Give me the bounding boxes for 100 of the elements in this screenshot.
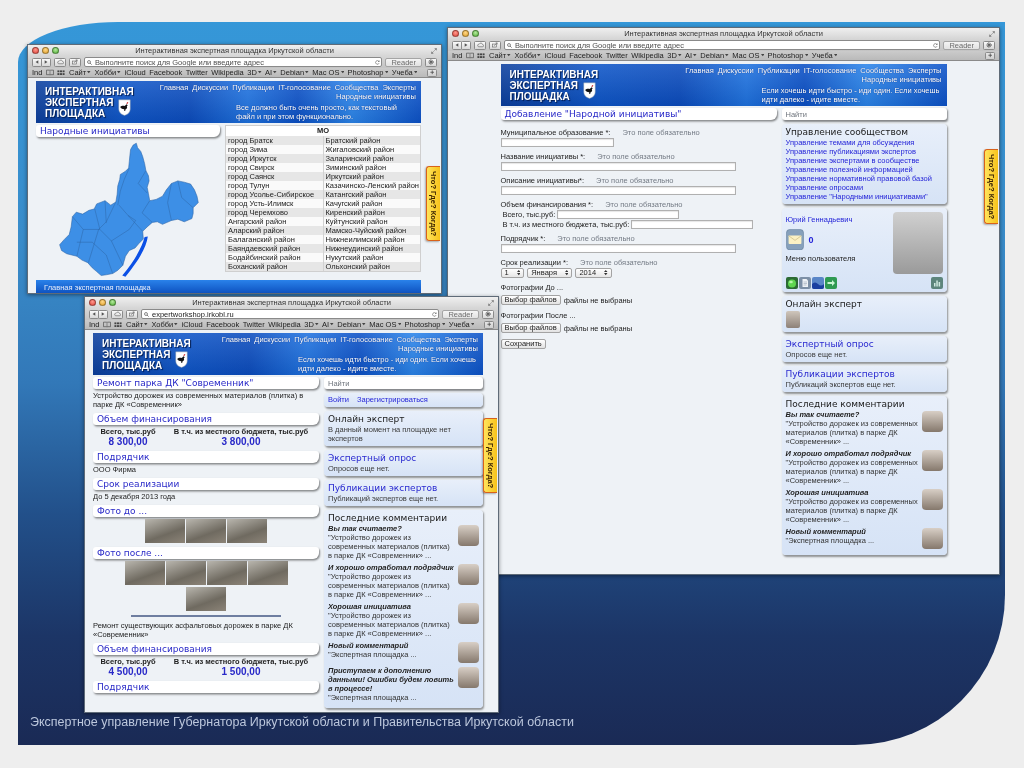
avatar-placeholder xyxy=(458,667,479,688)
card-heading-link[interactable]: Публикации экспертов xyxy=(328,482,479,494)
lake-drawing xyxy=(122,236,148,277)
grid-icon[interactable] xyxy=(477,52,486,59)
caret-icon xyxy=(305,71,309,74)
cloud-button[interactable] xyxy=(474,40,486,50)
zoom-button[interactable] xyxy=(109,299,116,306)
text-input[interactable] xyxy=(631,219,754,229)
search-icon xyxy=(143,311,149,317)
reload-icon[interactable] xyxy=(374,59,380,65)
forward-button[interactable] xyxy=(41,57,51,67)
fullscreen-icon[interactable] xyxy=(488,299,494,306)
share-icon xyxy=(72,59,78,65)
caret-icon xyxy=(507,54,511,57)
message-count: 0 xyxy=(808,234,814,245)
settings-button[interactable] xyxy=(482,309,494,319)
photo-placeholder xyxy=(165,561,206,585)
plus-icon xyxy=(987,53,993,58)
grid-icon[interactable] xyxy=(57,69,66,76)
fullscreen-icon[interactable] xyxy=(431,47,437,54)
add-button[interactable] xyxy=(427,68,437,77)
add-button[interactable] xyxy=(484,320,494,329)
card-heading: Онлайн эксперт xyxy=(328,413,406,425)
caret-icon xyxy=(174,323,178,326)
close-button[interactable] xyxy=(89,299,96,306)
caret-icon xyxy=(362,323,366,326)
caret-icon xyxy=(470,323,475,326)
globe-icon[interactable] xyxy=(785,277,798,289)
caret-icon xyxy=(441,323,446,326)
forward-button[interactable] xyxy=(461,40,471,50)
gear-icon xyxy=(485,311,491,317)
text-input[interactable] xyxy=(500,186,736,195)
share-button[interactable] xyxy=(69,57,81,67)
gear-icon xyxy=(986,42,992,48)
book-icon[interactable] xyxy=(102,321,111,328)
zoom-button[interactable] xyxy=(472,30,479,37)
plus-icon xyxy=(486,322,492,327)
share-icon xyxy=(129,311,135,317)
section-title: Народные инициативы xyxy=(36,125,220,137)
section-title: Объем финансирования xyxy=(93,643,319,655)
share-button[interactable] xyxy=(126,309,138,319)
gear-icon xyxy=(428,59,434,65)
add-button[interactable] xyxy=(985,51,995,60)
avatar-placeholder xyxy=(921,450,943,471)
amount-value: 8 300,00 xyxy=(107,436,149,447)
caret-icon xyxy=(413,71,418,74)
photo-placeholder xyxy=(247,561,288,585)
forward-icon xyxy=(101,312,105,316)
photo-placeholder xyxy=(186,519,226,543)
close-button[interactable] xyxy=(452,30,459,37)
caret-icon xyxy=(384,71,389,74)
zoom-button[interactable] xyxy=(52,47,59,54)
text-input[interactable] xyxy=(500,162,736,171)
minimize-button[interactable] xyxy=(462,30,469,37)
logo-text: ПЛОЩАДКА xyxy=(509,90,571,102)
reload-icon[interactable] xyxy=(932,42,938,48)
avatar-placeholder xyxy=(921,411,943,432)
photo-placeholder xyxy=(227,519,267,543)
minimize-button[interactable] xyxy=(99,299,106,306)
section-title: Срок реализации xyxy=(93,478,319,490)
card-heading-link[interactable]: Экспертный опрос xyxy=(785,338,943,350)
caret-icon xyxy=(258,71,262,74)
share-button[interactable] xyxy=(489,40,501,50)
section-title: Фото до ... xyxy=(93,505,319,517)
card-heading: Последние комментарии xyxy=(328,512,448,524)
grid-icon[interactable] xyxy=(114,321,123,328)
section-title: Подрядчик xyxy=(93,681,319,693)
amount-value: 4 500,00 xyxy=(107,666,149,677)
book-icon[interactable] xyxy=(465,52,474,59)
reload-icon[interactable] xyxy=(431,311,437,317)
wave-icon[interactable] xyxy=(811,277,824,289)
card-heading-link[interactable]: Экспертный опрос xyxy=(328,452,479,464)
caret-icon xyxy=(273,71,277,74)
photo-placeholder xyxy=(892,212,943,274)
cloud-button[interactable] xyxy=(54,57,66,67)
caret-icon xyxy=(537,54,541,57)
minimize-button[interactable] xyxy=(42,47,49,54)
cloud-icon xyxy=(56,59,64,65)
section-title: Подрядчик xyxy=(93,451,319,463)
chart-icon[interactable] xyxy=(930,277,943,289)
cloud-button[interactable] xyxy=(111,309,123,319)
book-icon[interactable] xyxy=(45,69,54,76)
settings-button[interactable] xyxy=(425,57,437,67)
back-icon xyxy=(35,60,39,64)
settings-button[interactable] xyxy=(983,40,995,50)
logo-text: ПЛОЩАДКА xyxy=(102,359,164,371)
close-button[interactable] xyxy=(32,47,39,54)
envelope-icon[interactable] xyxy=(785,229,804,251)
back-icon xyxy=(455,43,459,47)
logo-text: ИНТЕРАКТИВНАЯ xyxy=(45,85,134,97)
forward-button[interactable] xyxy=(98,309,108,319)
caret-icon xyxy=(804,54,809,57)
text-input[interactable] xyxy=(500,138,614,147)
text-input[interactable] xyxy=(557,209,680,219)
card-heading: Управление сообществом xyxy=(785,126,910,138)
card-heading-link[interactable]: Публикации экспертов xyxy=(785,368,943,380)
text-input[interactable] xyxy=(500,244,736,253)
search-icon xyxy=(86,59,92,65)
fullscreen-icon[interactable] xyxy=(989,30,995,37)
section-title: Ремонт парка ДК "Современник" xyxy=(93,377,319,389)
